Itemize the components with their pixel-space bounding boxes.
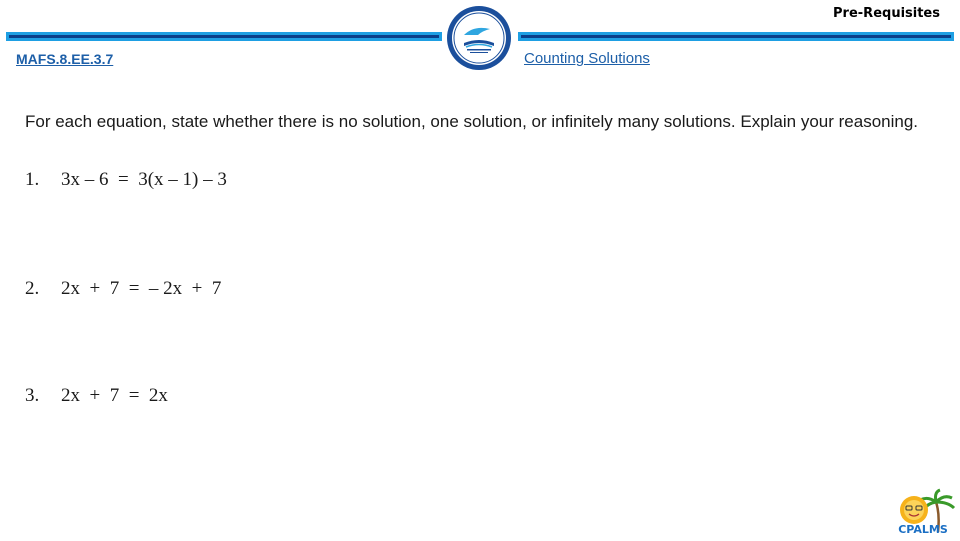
problem-number: 3. (25, 385, 40, 406)
problem-number: 1. (25, 169, 40, 190)
problem-item: 3. 2x + 7 = 2x (25, 385, 168, 407)
problem-equation: 3x – 6 = 3(x – 1) – 3 (61, 169, 227, 190)
lesson-title-link[interactable]: Counting Solutions (524, 50, 650, 67)
problem-equation: 2x + 7 = 2x (61, 385, 168, 406)
instructions-text: For each equation, state whether there i… (25, 112, 919, 131)
problem-equation: 2x + 7 = – 2x + 7 (61, 278, 222, 299)
problem-item: 2. 2x + 7 = – 2x + 7 (25, 278, 221, 300)
mascot-text: CPALMS (898, 523, 948, 536)
header-divider-right (518, 32, 954, 41)
problem-number: 2. (25, 278, 40, 299)
header-divider-left (6, 32, 442, 41)
school-district-seal-icon (446, 5, 512, 71)
problem-item: 1. 3x – 6 = 3(x – 1) – 3 (25, 169, 227, 191)
standard-code-link[interactable]: MAFS.8.EE.3.7 (16, 51, 113, 67)
section-title: Pre-Requisites (833, 6, 940, 21)
cpalms-logo-icon: CPALMS (890, 488, 956, 536)
